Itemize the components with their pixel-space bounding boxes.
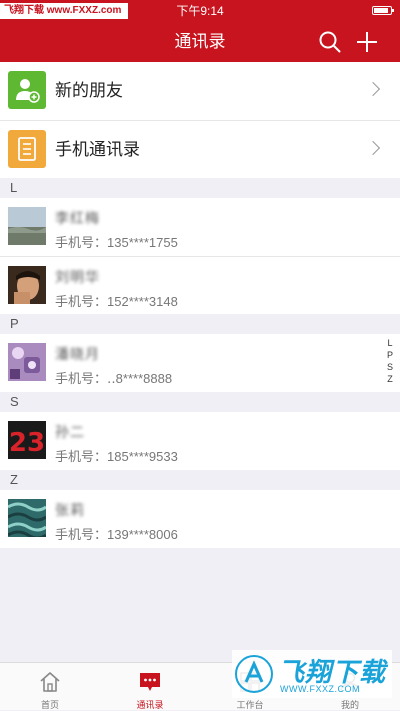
add-contact-icon	[8, 71, 46, 109]
battery-icon	[372, 6, 394, 15]
index-letter[interactable]: S	[387, 361, 393, 373]
avatar: 23	[8, 421, 46, 459]
search-icon[interactable]	[318, 30, 342, 54]
chevron-right-icon	[365, 140, 381, 156]
contact-name: 李红梅	[55, 210, 100, 226]
section-header-s: S	[0, 392, 400, 412]
contact-name: 孙二	[55, 424, 85, 440]
section-header-z: Z	[0, 470, 400, 490]
new-friends-label: 新的朋友	[55, 81, 123, 100]
tab-label: 首页	[40, 700, 59, 710]
svg-text:23: 23	[9, 428, 45, 458]
contact-item[interactable]: 李红梅 手机号：135****1755	[0, 198, 400, 256]
status-time: 下午9:14	[176, 4, 224, 18]
tab-contacts[interactable]: 通讯录	[100, 663, 200, 711]
index-letter[interactable]: Z	[387, 373, 393, 385]
avatar	[8, 343, 46, 381]
avatar	[8, 499, 46, 537]
index-letter[interactable]: L	[387, 337, 392, 349]
chat-icon	[138, 670, 162, 694]
contact-name: 张莉	[55, 502, 85, 518]
contact-name: 潘晓月	[55, 346, 100, 362]
phone-contacts-label: 手机通讯录	[55, 140, 140, 159]
avatar	[8, 266, 46, 304]
nav-bar: 通讯录	[0, 22, 400, 62]
contact-phone: 手机号：139****8006	[55, 527, 178, 542]
index-letter[interactable]: P	[387, 349, 393, 361]
contact-name: 刘明华	[55, 269, 100, 285]
phone-contacts-item[interactable]: 手机通讯录	[0, 120, 400, 178]
section-header-p: P	[0, 314, 400, 334]
contact-item[interactable]: 潘晓月 手机号：‥8****8888	[0, 334, 400, 392]
status-bar: 飞翔下载 www.FXXZ.com 下午9:14	[0, 0, 400, 22]
tab-home[interactable]: 首页	[0, 663, 100, 711]
plus-icon[interactable]	[355, 30, 379, 54]
watermark-logo-icon	[234, 654, 274, 694]
contact-phone: 手机号：152****3148	[55, 294, 178, 309]
contact-item[interactable]: 23 孙二 手机号：185****9533	[0, 412, 400, 470]
watermark-url: WWW.FXXZ.COM	[280, 684, 360, 694]
contact-item[interactable]: 刘明华 手机号：152****3148	[0, 256, 400, 314]
tab-label: 通讯录	[136, 700, 164, 710]
alphabet-index[interactable]: L P S Z	[385, 337, 395, 385]
contact-phone: 手机号：135****1755	[55, 235, 178, 250]
tab-label: 工作台	[236, 700, 264, 710]
contact-phone: 手机号：185****9533	[55, 449, 178, 464]
contact-item[interactable]: 张莉 手机号：139****8006	[0, 490, 400, 548]
new-friends-item[interactable]: 新的朋友	[0, 62, 400, 120]
section-header-l: L	[0, 178, 400, 198]
home-icon	[38, 670, 62, 694]
contact-phone: 手机号：‥8****8888	[55, 371, 173, 386]
tab-label: 我的	[340, 700, 359, 710]
avatar	[8, 207, 46, 245]
phonebook-icon	[8, 130, 46, 168]
chevron-right-icon	[365, 81, 381, 97]
watermark: 飞翔下载 WWW.FXXZ.COM	[232, 650, 392, 698]
